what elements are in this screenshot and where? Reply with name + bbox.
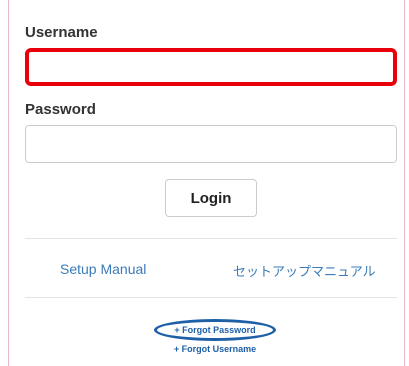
username-input[interactable] [25,48,397,86]
password-input[interactable] [25,125,397,163]
username-label: Username [25,24,98,41]
setup-manual-jp-link[interactable]: セットアップマニュアル [233,261,376,280]
forgot-password-link[interactable]: + Forgot Password [157,325,273,335]
password-label: Password [25,101,96,118]
divider [25,238,397,239]
forgot-username-link[interactable]: + Forgot Username [154,344,276,354]
login-panel: Username Password Login Setup Manual セット… [8,0,405,366]
login-button[interactable]: Login [165,179,257,217]
forgot-password-highlight[interactable]: + Forgot Password [154,319,276,341]
setup-manual-link[interactable]: Setup Manual [60,261,146,277]
divider [25,297,397,298]
